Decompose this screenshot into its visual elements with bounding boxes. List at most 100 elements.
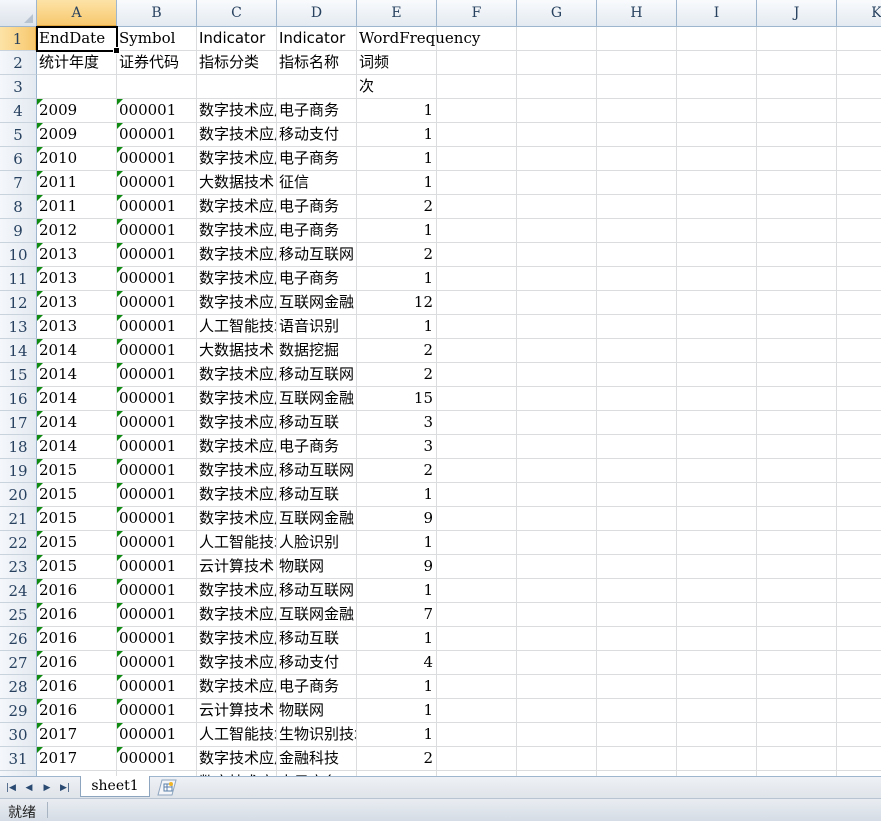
cell-d4[interactable]: 电子商务 <box>277 99 357 123</box>
cell-d1[interactable]: Indicator <box>277 27 357 51</box>
cell-j18[interactable] <box>757 435 837 459</box>
cell-j21[interactable] <box>757 507 837 531</box>
cell-i25[interactable] <box>677 603 757 627</box>
prev-sheet-nav-icon[interactable]: ◀ <box>22 780 36 795</box>
cell-e21[interactable]: 9 <box>357 507 437 531</box>
cell-h10[interactable] <box>597 243 677 267</box>
cell-i31[interactable] <box>677 747 757 771</box>
cell-h2[interactable] <box>597 51 677 75</box>
cell-j24[interactable] <box>757 579 837 603</box>
cell-c18[interactable]: 数字技术应用 <box>197 435 277 459</box>
cell-i27[interactable] <box>677 651 757 675</box>
cell-g3[interactable] <box>517 75 597 99</box>
cell-d10[interactable]: 移动互联网 <box>277 243 357 267</box>
row-header-23[interactable]: 23 <box>0 555 37 579</box>
cell-a20[interactable]: 2015 <box>37 483 117 507</box>
cell-h28[interactable] <box>597 675 677 699</box>
cell-f2[interactable] <box>437 51 517 75</box>
cell-j8[interactable] <box>757 195 837 219</box>
cell-c6[interactable]: 数字技术应用 <box>197 147 277 171</box>
cell-c27[interactable]: 数字技术应用 <box>197 651 277 675</box>
row-header-9[interactable]: 9 <box>0 219 37 243</box>
cell-j19[interactable] <box>757 459 837 483</box>
cell-f29[interactable] <box>437 699 517 723</box>
cell-i30[interactable] <box>677 723 757 747</box>
cell-a16[interactable]: 2014 <box>37 387 117 411</box>
cell-e26[interactable]: 1 <box>357 627 437 651</box>
cell-e30[interactable]: 1 <box>357 723 437 747</box>
cell-f4[interactable] <box>437 99 517 123</box>
cell-c22[interactable]: 人工智能技术 <box>197 531 277 555</box>
cell-c10[interactable]: 数字技术应用 <box>197 243 277 267</box>
cell-d6[interactable]: 电子商务 <box>277 147 357 171</box>
cell-h7[interactable] <box>597 171 677 195</box>
row-header-20[interactable]: 20 <box>0 483 37 507</box>
cell-h23[interactable] <box>597 555 677 579</box>
cell-h29[interactable] <box>597 699 677 723</box>
row-header-1[interactable]: 1 <box>0 27 37 51</box>
row-header-5[interactable]: 5 <box>0 123 37 147</box>
cell-h22[interactable] <box>597 531 677 555</box>
cell-i29[interactable] <box>677 699 757 723</box>
cell-d18[interactable]: 电子商务 <box>277 435 357 459</box>
cell-h17[interactable] <box>597 411 677 435</box>
cell-i12[interactable] <box>677 291 757 315</box>
cell-c11[interactable]: 数字技术应用 <box>197 267 277 291</box>
cell-i13[interactable] <box>677 315 757 339</box>
cell-a11[interactable]: 2013 <box>37 267 117 291</box>
cell-f8[interactable] <box>437 195 517 219</box>
cell-g13[interactable] <box>517 315 597 339</box>
cell-j7[interactable] <box>757 171 837 195</box>
cell-c25[interactable]: 数字技术应用 <box>197 603 277 627</box>
cell-c9[interactable]: 数字技术应用 <box>197 219 277 243</box>
cell-a28[interactable]: 2016 <box>37 675 117 699</box>
cell-e10[interactable]: 2 <box>357 243 437 267</box>
cell-j3[interactable] <box>757 75 837 99</box>
cell-g24[interactable] <box>517 579 597 603</box>
cell-j14[interactable] <box>757 339 837 363</box>
cell-b15[interactable]: 000001 <box>117 363 197 387</box>
cell-d28[interactable]: 电子商务 <box>277 675 357 699</box>
cell-f20[interactable] <box>437 483 517 507</box>
cell-j11[interactable] <box>757 267 837 291</box>
cell-h5[interactable] <box>597 123 677 147</box>
cell-d20[interactable]: 移动互联 <box>277 483 357 507</box>
cell-a21[interactable]: 2015 <box>37 507 117 531</box>
cell-g21[interactable] <box>517 507 597 531</box>
column-header-i[interactable]: I <box>677 0 757 27</box>
column-header-f[interactable]: F <box>437 0 517 27</box>
cell-b19[interactable]: 000001 <box>117 459 197 483</box>
cell-g26[interactable] <box>517 627 597 651</box>
cell-d3[interactable] <box>277 75 357 99</box>
cell-d29[interactable]: 物联网 <box>277 699 357 723</box>
cell-a25[interactable]: 2016 <box>37 603 117 627</box>
cell-i10[interactable] <box>677 243 757 267</box>
cell-j17[interactable] <box>757 411 837 435</box>
cell-c1[interactable]: Indicator <box>197 27 277 51</box>
cell-b9[interactable]: 000001 <box>117 219 197 243</box>
cell-b2[interactable]: 证券代码 <box>117 51 197 75</box>
cell-k5[interactable] <box>837 123 881 147</box>
cell-c23[interactable]: 云计算技术 <box>197 555 277 579</box>
cell-e18[interactable]: 3 <box>357 435 437 459</box>
cell-f15[interactable] <box>437 363 517 387</box>
cell-e1[interactable]: WordFrequency <box>357 27 480 51</box>
cell-g18[interactable] <box>517 435 597 459</box>
cell-e25[interactable]: 7 <box>357 603 437 627</box>
cell-e13[interactable]: 1 <box>357 315 437 339</box>
cell-g30[interactable] <box>517 723 597 747</box>
cell-j6[interactable] <box>757 147 837 171</box>
cell-h3[interactable] <box>597 75 677 99</box>
cell-j31[interactable] <box>757 747 837 771</box>
row-header-15[interactable]: 15 <box>0 363 37 387</box>
cell-k24[interactable] <box>837 579 881 603</box>
cell-a6[interactable]: 2010 <box>37 147 117 171</box>
cell-h31[interactable] <box>597 747 677 771</box>
cell-h8[interactable] <box>597 195 677 219</box>
cell-k17[interactable] <box>837 411 881 435</box>
cell-g22[interactable] <box>517 531 597 555</box>
cell-c7[interactable]: 大数据技术 <box>197 171 277 195</box>
cell-f22[interactable] <box>437 531 517 555</box>
row-header-29[interactable]: 29 <box>0 699 37 723</box>
cell-b20[interactable]: 000001 <box>117 483 197 507</box>
